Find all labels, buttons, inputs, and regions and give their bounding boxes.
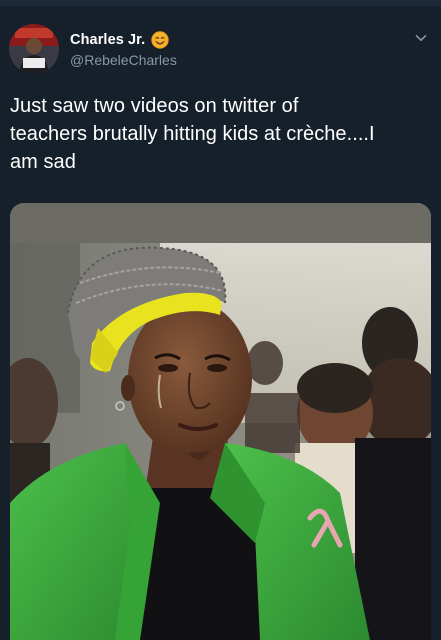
avatar[interactable]: [9, 24, 59, 74]
smiling-face-emoji-icon: [151, 31, 169, 49]
tweet-photo[interactable]: [10, 203, 431, 640]
display-name[interactable]: Charles Jr.: [70, 32, 145, 48]
tweet-text: Just saw two videos on twitter of teache…: [10, 95, 375, 173]
author-handle[interactable]: @RebeleCharles: [70, 52, 177, 68]
top-bar: [0, 0, 441, 6]
author-name-row: Charles Jr.: [70, 31, 169, 49]
chevron-down-icon[interactable]: [414, 31, 428, 45]
